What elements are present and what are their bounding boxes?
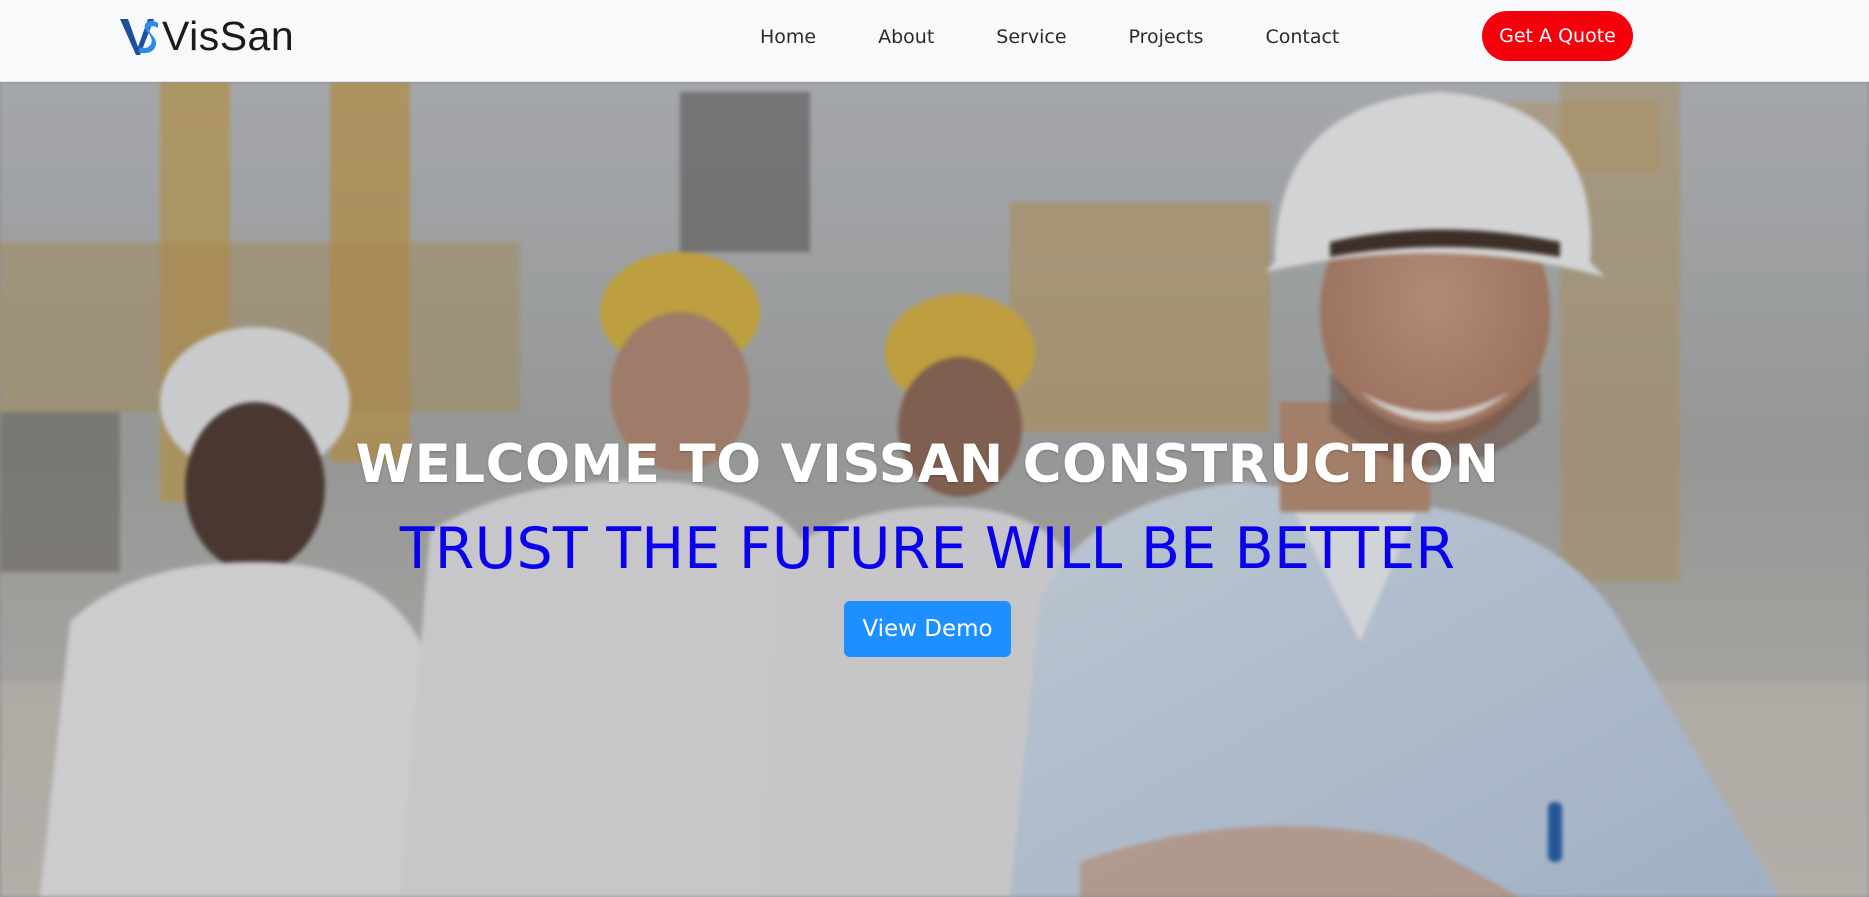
nav-link-about[interactable]: About: [878, 26, 934, 48]
hero-subtitle: TRUST THE FUTURE WILL BE BETTER: [399, 516, 1456, 582]
hero-content: WELCOME TO VISSAN CONSTRUCTION TRUST THE…: [0, 82, 1869, 897]
get-a-quote-button[interactable]: Get A Quote: [1482, 11, 1633, 61]
nav-link-service[interactable]: Service: [996, 26, 1066, 48]
brand-name: VisSan: [162, 12, 295, 59]
main-nav: Home About Service Projects Contact: [760, 0, 1401, 74]
site-logo[interactable]: VisSan: [118, 12, 294, 60]
nav-link-projects[interactable]: Projects: [1129, 26, 1204, 48]
vs-logo-icon: [120, 19, 158, 55]
hero-title: WELCOME TO VISSAN CONSTRUCTION: [355, 434, 1500, 495]
top-navbar: VisSan Home About Service Projects Conta…: [0, 0, 1869, 82]
nav-link-contact[interactable]: Contact: [1265, 26, 1339, 48]
nav-link-home[interactable]: Home: [760, 26, 816, 48]
hero-section: WELCOME TO VISSAN CONSTRUCTION TRUST THE…: [0, 82, 1869, 897]
view-demo-button[interactable]: View Demo: [844, 601, 1011, 657]
